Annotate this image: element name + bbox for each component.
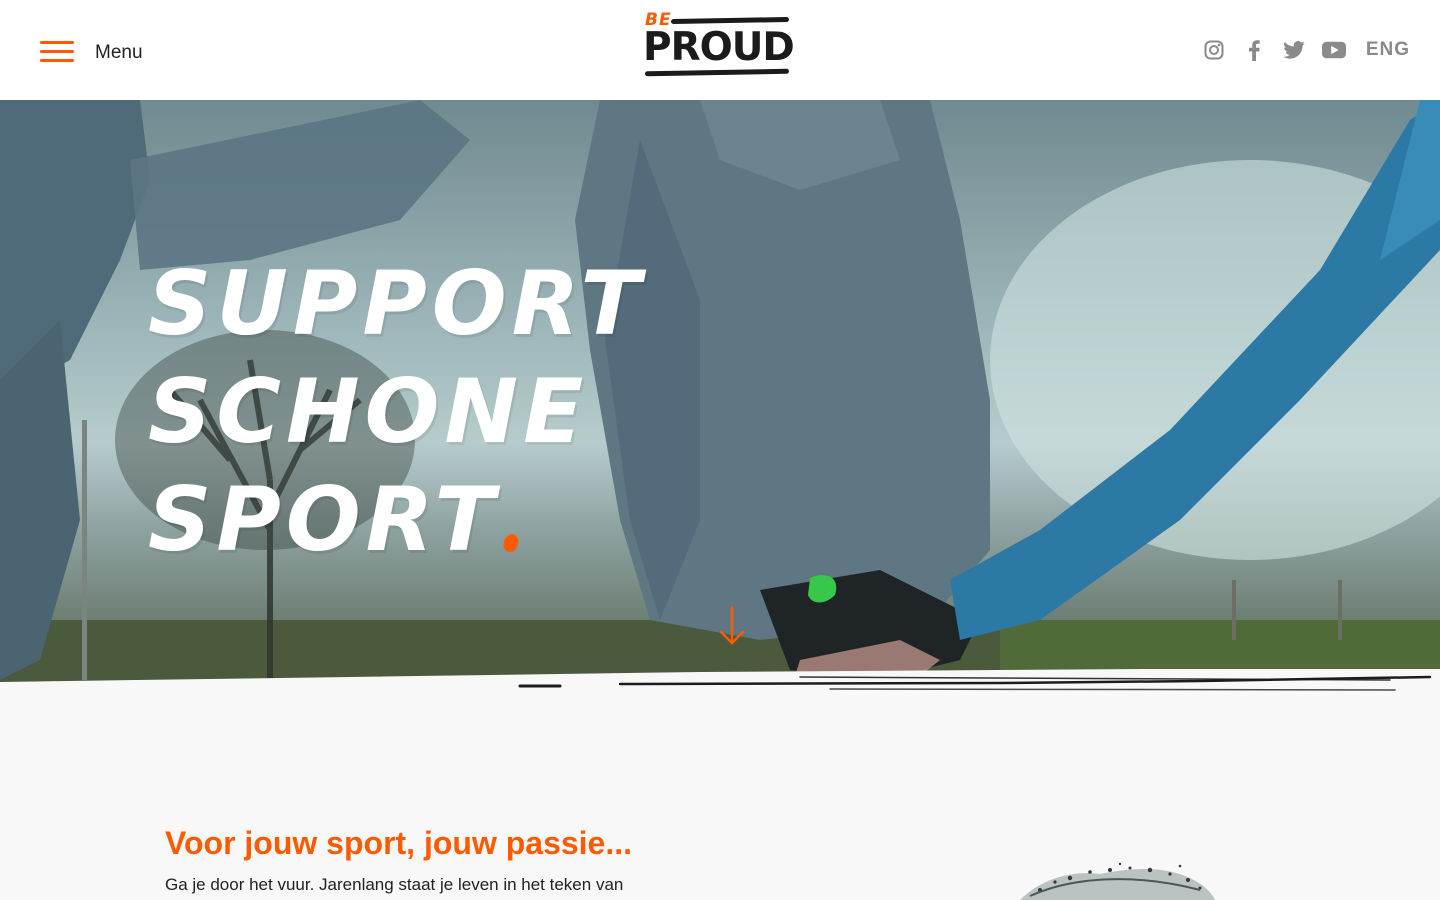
be-proud-logo[interactable]: BE PROUD <box>643 10 795 80</box>
arrow-down-icon[interactable] <box>719 605 745 647</box>
brush-divider <box>0 668 1440 696</box>
hero-banner: SUPPORT SCHONE SPORT <box>0 100 1440 692</box>
hamburger-icon <box>40 41 74 63</box>
facebook-icon[interactable] <box>1242 38 1266 62</box>
hero-title-line-3-text: SPORT <box>148 468 500 571</box>
hero-title-line-2: SCHONE <box>148 360 589 463</box>
hero-title-line-1: SUPPORT <box>148 252 646 355</box>
hero-title-line-3: SPORT <box>148 466 748 574</box>
intro-title: Voor jouw sport, jouw passie... <box>165 825 633 861</box>
instagram-icon[interactable] <box>1202 38 1226 62</box>
orange-dot-icon <box>500 532 521 554</box>
menu-label: Menu <box>95 41 143 63</box>
social-links: ENG <box>1202 36 1410 64</box>
logo-brush-top <box>670 16 790 25</box>
intro-text: Ga je door het vuur. Jarenlang staat je … <box>165 875 624 894</box>
site-header: Menu BE PROUD ENG <box>0 0 1440 100</box>
youtube-icon[interactable] <box>1321 38 1346 62</box>
hero-title: SUPPORT SCHONE SPORT <box>148 250 748 574</box>
twitter-icon[interactable] <box>1282 38 1306 62</box>
menu-button[interactable]: Menu <box>40 38 160 66</box>
water-splash-image <box>1020 862 1215 900</box>
logo-proud-text: PROUD <box>643 25 795 70</box>
language-switch[interactable]: ENG <box>1366 39 1410 61</box>
